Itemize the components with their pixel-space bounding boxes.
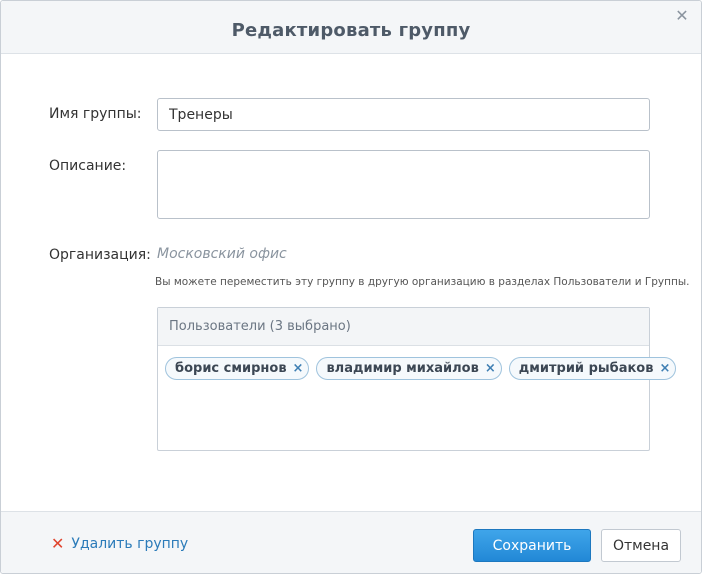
user-tag: владимир михайлов ×	[316, 357, 502, 380]
save-button[interactable]: Сохранить	[473, 529, 591, 562]
group-name-label: Имя группы:	[49, 106, 142, 122]
cancel-button[interactable]: Отмена	[601, 529, 681, 562]
organization-value: Московский офис	[157, 246, 287, 262]
dialog-footer: ✕ Удалить группу Сохранить Отмена	[1, 511, 701, 573]
users-selector-header: Пользователи (3 выбрано)	[158, 308, 649, 346]
dialog-header: Редактировать группу ✕	[1, 1, 701, 54]
remove-user-icon[interactable]: ×	[659, 361, 670, 376]
users-selector[interactable]: Пользователи (3 выбрано) борис смирнов ×…	[157, 307, 677, 451]
dialog-title: Редактировать группу	[231, 20, 471, 41]
organization-label: Организация:	[49, 247, 151, 263]
remove-user-icon[interactable]: ×	[293, 361, 304, 376]
user-tag: дмитрий рыбаков ×	[508, 357, 677, 380]
user-tag-label: владимир михайлов	[326, 361, 479, 376]
group-name-input[interactable]	[157, 98, 650, 131]
delete-group-label: Удалить группу	[71, 536, 189, 552]
close-icon[interactable]: ✕	[673, 7, 691, 25]
description-textarea[interactable]	[157, 150, 650, 219]
delete-group-link[interactable]: ✕ Удалить группу	[51, 534, 189, 553]
organization-hint: Вы можете переместить эту группу в другу…	[155, 276, 690, 288]
user-tag-label: дмитрий рыбаков	[518, 361, 654, 376]
description-label: Описание:	[49, 158, 127, 174]
delete-icon: ✕	[51, 534, 65, 553]
user-tag-label: борис смирнов	[175, 361, 287, 376]
selected-users-list: борис смирнов × владимир михайлов × дмит…	[158, 346, 677, 380]
edit-group-dialog: Редактировать группу ✕ Имя группы: Описа…	[0, 0, 702, 574]
remove-user-icon[interactable]: ×	[485, 361, 496, 376]
user-tag: борис смирнов ×	[165, 357, 310, 380]
